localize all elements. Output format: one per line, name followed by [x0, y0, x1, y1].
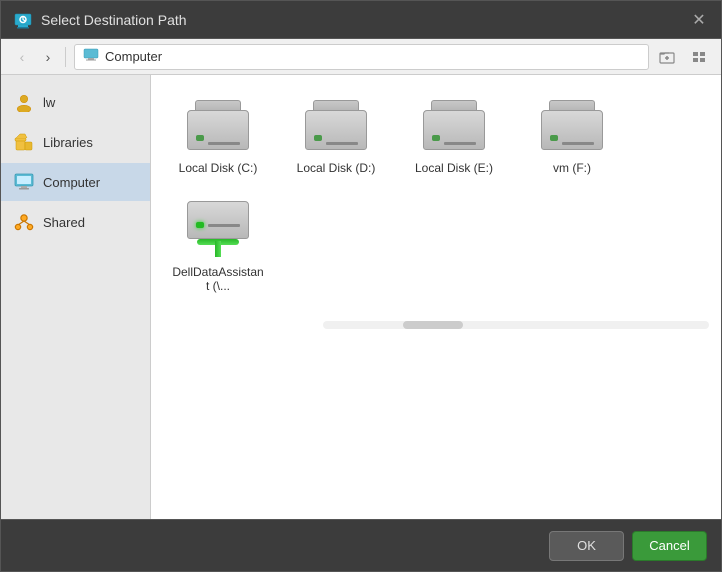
nav-separator: [65, 47, 66, 67]
location-text: Computer: [105, 49, 162, 64]
libraries-icon: [13, 131, 35, 153]
ok-button[interactable]: OK: [549, 531, 624, 561]
d-drive-icon: [301, 95, 371, 155]
sidebar-libraries-label: Libraries: [43, 135, 93, 150]
sidebar-item-shared[interactable]: Shared: [1, 203, 150, 241]
computer-sidebar-icon: [13, 171, 35, 193]
c-drive-icon: [183, 95, 253, 155]
location-bar: Computer: [74, 44, 649, 70]
dialog-title: Select Destination Path: [41, 12, 689, 28]
sidebar: lw Libraries: [1, 75, 151, 519]
d-drive-label: Local Disk (D:): [297, 161, 376, 175]
sidebar-user-label: lw: [43, 95, 55, 110]
close-button[interactable]: ✕: [689, 10, 709, 30]
nav-action-buttons: [653, 43, 713, 71]
back-button[interactable]: ‹: [9, 44, 35, 70]
sidebar-shared-label: Shared: [43, 215, 85, 230]
file-view: Local Disk (C:) Local Disk (D:): [151, 75, 721, 519]
cancel-button[interactable]: Cancel: [632, 531, 707, 561]
sidebar-item-computer[interactable]: Computer: [1, 163, 150, 201]
c-drive-label: Local Disk (C:): [179, 161, 258, 175]
file-item-network-drive[interactable]: DellDataAssistant (\...: [163, 191, 273, 301]
content-area: lw Libraries: [1, 75, 721, 519]
nav-bar: ‹ › Computer: [1, 39, 721, 75]
title-bar: Select Destination Path ✕: [1, 1, 721, 39]
file-item-c-drive[interactable]: Local Disk (C:): [163, 87, 273, 183]
sidebar-item-libraries[interactable]: Libraries: [1, 123, 150, 161]
sidebar-item-user[interactable]: lw: [1, 83, 150, 121]
f-drive-icon: [537, 95, 607, 155]
footer: OK Cancel: [1, 519, 721, 571]
e-drive-label: Local Disk (E:): [415, 161, 493, 175]
user-icon: [13, 91, 35, 113]
sidebar-computer-label: Computer: [43, 175, 100, 190]
shared-icon: [13, 211, 35, 233]
network-drive-label: DellDataAssistant (\...: [171, 265, 265, 293]
scroll-hint-area: [163, 309, 709, 329]
file-item-d-drive[interactable]: Local Disk (D:): [281, 87, 391, 183]
network-drive-icon: [183, 199, 253, 259]
dialog: Select Destination Path ✕ ‹ › Computer: [0, 0, 722, 572]
forward-button[interactable]: ›: [35, 44, 61, 70]
new-folder-button[interactable]: [653, 43, 681, 71]
dialog-icon: [13, 10, 33, 30]
f-drive-label: vm (F:): [553, 161, 591, 175]
location-icon: [83, 48, 99, 65]
view-toggle-button[interactable]: [685, 43, 713, 71]
file-item-e-drive[interactable]: Local Disk (E:): [399, 87, 509, 183]
e-drive-icon: [419, 95, 489, 155]
file-item-f-drive[interactable]: vm (F:): [517, 87, 627, 183]
